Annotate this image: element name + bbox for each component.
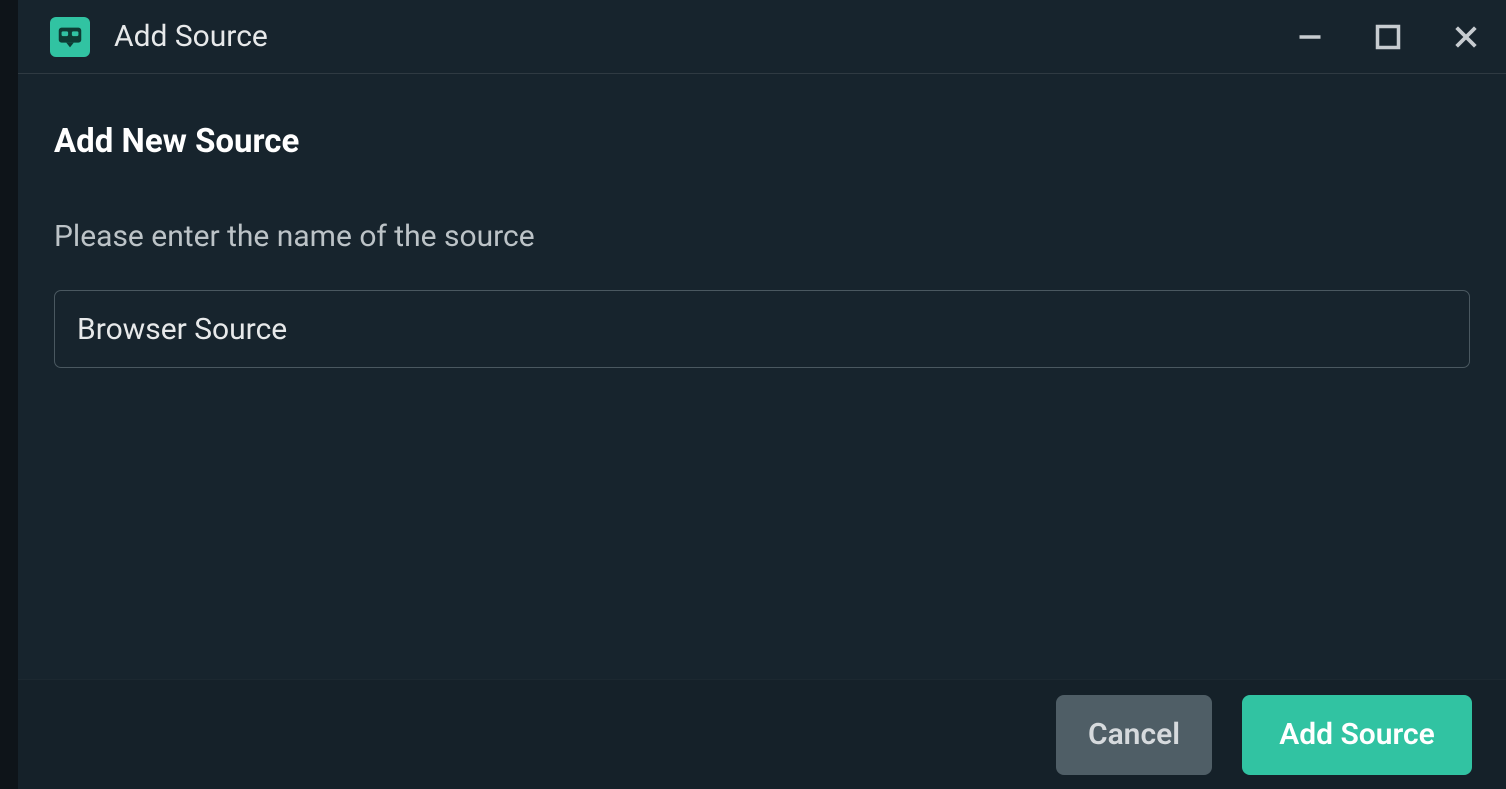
source-name-input[interactable]	[54, 290, 1470, 368]
cancel-button[interactable]: Cancel	[1056, 695, 1212, 775]
dialog-heading: Add New Source	[54, 122, 1470, 161]
dialog-window: Add Source Add New Source Please en	[18, 0, 1506, 789]
app-icon	[50, 17, 90, 57]
maximize-button[interactable]	[1368, 17, 1408, 57]
close-icon	[1452, 23, 1480, 51]
dialog-content: Add New Source Please enter the name of …	[18, 74, 1506, 679]
minimize-icon	[1296, 23, 1324, 51]
add-source-button[interactable]: Add Source	[1242, 695, 1472, 775]
dialog-footer: Cancel Add Source	[18, 679, 1506, 789]
window-controls	[1290, 17, 1486, 57]
input-prompt: Please enter the name of the source	[54, 219, 1470, 254]
maximize-icon	[1374, 23, 1402, 51]
titlebar[interactable]: Add Source	[18, 0, 1506, 74]
minimize-button[interactable]	[1290, 17, 1330, 57]
close-button[interactable]	[1446, 17, 1486, 57]
left-edge	[0, 0, 18, 789]
window-title: Add Source	[114, 19, 1290, 54]
input-row	[54, 290, 1470, 368]
